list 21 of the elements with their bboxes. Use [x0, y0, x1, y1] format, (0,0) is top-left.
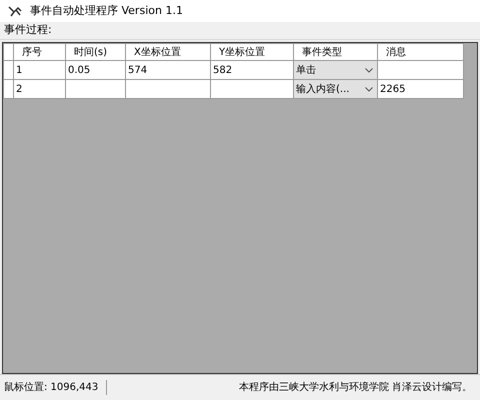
table-cell: 1: [16, 64, 22, 76]
section-label: 事件过程:: [4, 22, 52, 38]
column-header[interactable]: 消息: [378, 44, 464, 60]
column-header[interactable]: 时间(s): [66, 44, 126, 60]
credit-text: 本程序由三峡大学水利与环境学院 肖泽云设计编写。: [238, 380, 473, 395]
column-header[interactable]: Y坐标位置: [210, 44, 294, 60]
app-icon: [8, 5, 22, 17]
column-header[interactable]: 事件类型: [294, 44, 378, 60]
mouse-position-text: 鼠标位置: 1096,443: [0, 380, 108, 395]
event-type-dropdown[interactable]: 输入内容(...: [294, 80, 377, 98]
column-header[interactable]: X坐标位置: [126, 44, 210, 60]
column-header[interactable]: 序号: [14, 44, 66, 60]
window-title: 事件自动处理程序 Version 1.1: [30, 2, 183, 19]
chevron-down-icon: [365, 86, 373, 92]
table-cell: 582: [213, 64, 232, 76]
table-cell: 574: [128, 64, 148, 76]
event-type-dropdown[interactable]: 单击: [294, 61, 377, 79]
table-cell: 0.05: [68, 64, 90, 76]
table-cell: 2: [16, 84, 22, 94]
chevron-down-icon: [365, 68, 373, 72]
table-cell: 2265: [380, 84, 406, 94]
